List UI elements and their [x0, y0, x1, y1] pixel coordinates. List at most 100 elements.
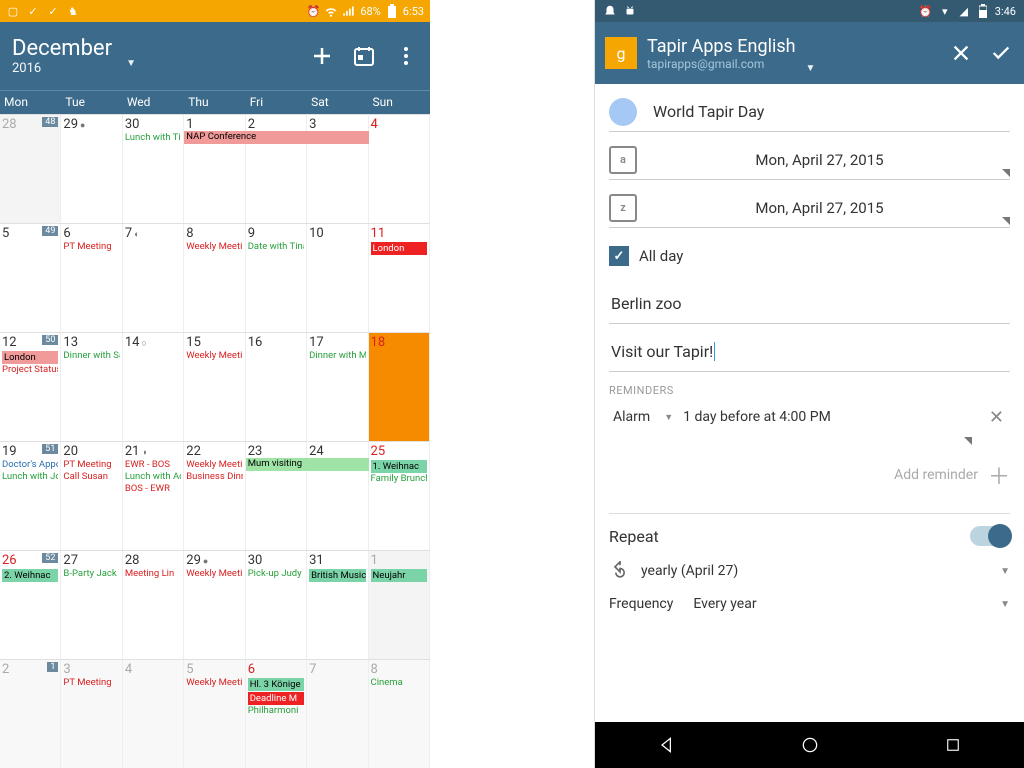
calendar-day-cell[interactable]: 7◐	[123, 224, 184, 332]
event-item[interactable]: Cinema	[371, 678, 427, 689]
allday-row[interactable]: All day	[609, 236, 1010, 276]
allday-checkbox[interactable]	[609, 246, 629, 266]
calendar-day-cell[interactable]: 13Dinner with Sam	[61, 333, 122, 441]
event-bar[interactable]: Mum visiting	[246, 458, 369, 471]
event-item[interactable]: Lunch with Adam	[125, 472, 181, 483]
event-item[interactable]: Date with Tina	[248, 242, 304, 253]
calendar-day-cell[interactable]: 16	[246, 333, 307, 441]
event-bar[interactable]: Hl. 3 Könige	[248, 678, 304, 691]
frequency-row[interactable]: Frequency Every year ▼	[609, 596, 1010, 612]
calendar-day-cell[interactable]: 251. WeihnacFamily Brunch	[369, 442, 430, 550]
calendar-day-cell[interactable]: 2848	[0, 115, 61, 223]
event-bar[interactable]: 1. Weihnac	[371, 460, 427, 473]
event-item[interactable]: Weekly Meeting	[186, 351, 242, 362]
save-button[interactable]	[988, 42, 1014, 64]
calendar-day-cell[interactable]: 4	[369, 115, 430, 223]
calendar-day-cell[interactable]: 31British Music Fest	[307, 551, 368, 659]
description-input[interactable]: Visit our Tapir!	[609, 336, 1010, 367]
event-item[interactable]: B-Party Jack	[63, 569, 119, 580]
end-date-row[interactable]: z Mon, April 27, 2015	[609, 188, 1010, 228]
calendar-day-cell[interactable]: 11London	[369, 224, 430, 332]
today-button[interactable]	[352, 44, 376, 68]
event-item[interactable]: Doctor's Appointmen	[2, 460, 58, 471]
location-row[interactable]: Berlin zoo	[609, 284, 1010, 324]
event-item[interactable]: Pick-up Judy	[248, 569, 304, 580]
event-item[interactable]: Family Brunch	[371, 474, 427, 485]
event-bar[interactable]: London	[371, 242, 427, 255]
frequency-value[interactable]: Every year	[693, 596, 756, 612]
event-item[interactable]: Dinner with Mike & Ted	[309, 351, 365, 362]
calendar-day-cell[interactable]: 6Hl. 3 KönigeDeadline MPhilharmoni	[246, 660, 307, 768]
event-item[interactable]: Philharmoni	[248, 706, 304, 717]
calendar-grid[interactable]: 284829●30Lunch with Tim1Weekly Meeting23…	[0, 114, 430, 768]
cancel-button[interactable]	[950, 42, 972, 64]
calendar-day-cell[interactable]: 20PT MeetingCall Susan	[61, 442, 122, 550]
event-item[interactable]: Business Dinner	[186, 472, 242, 483]
event-item[interactable]: Weekly Meeting	[186, 242, 242, 253]
calendar-day-cell[interactable]: 18	[369, 333, 430, 441]
event-item[interactable]: PT Meeting	[63, 242, 119, 253]
calendar-day-cell[interactable]: 1Neujahr	[369, 551, 430, 659]
event-item[interactable]: Weekly Meeting	[186, 460, 242, 471]
calendar-day-cell[interactable]: 10	[307, 224, 368, 332]
location-input[interactable]: Berlin zoo	[609, 288, 1010, 319]
event-item[interactable]: Call Susan	[63, 472, 119, 483]
event-item[interactable]: Project Status Meet	[2, 365, 58, 376]
event-item[interactable]: Dinner with Sam	[63, 351, 119, 362]
event-item[interactable]: Weekly Meeting	[186, 678, 242, 689]
calendar-day-cell[interactable]: 21◑EWR - BOSLunch with AdamBOS - EWR	[123, 442, 184, 550]
event-bar[interactable]: Neujahr	[371, 569, 427, 582]
event-item[interactable]: Lunch with Joe	[2, 472, 58, 483]
calendar-day-cell[interactable]: 29●Weekly Meeting	[184, 551, 245, 659]
event-item[interactable]: Weekly Meeting	[186, 569, 242, 580]
account-avatar[interactable]: g	[605, 37, 637, 69]
nav-home-button[interactable]	[799, 734, 821, 756]
calendar-day-cell[interactable]: 8Cinema	[369, 660, 430, 768]
calendar-day-cell[interactable]: 15Weekly Meeting	[184, 333, 245, 441]
calendar-day-cell[interactable]: 8Weekly Meeting	[184, 224, 245, 332]
end-date-value[interactable]: Mon, April 27, 2015	[651, 193, 988, 223]
calendar-day-cell[interactable]: 1951Doctor's AppointmenLunch with Joe	[0, 442, 61, 550]
event-item[interactable]: Deadline M	[248, 692, 304, 705]
calendar-day-cell[interactable]: 29●	[61, 115, 122, 223]
reminder-time-dropdown[interactable]: 1 day before at 4:00 PM	[683, 409, 973, 425]
calendar-day-cell[interactable]: 21	[0, 660, 61, 768]
nav-recents-button[interactable]	[942, 734, 964, 756]
remove-reminder-button[interactable]: ✕	[983, 407, 1010, 428]
calendar-day-cell[interactable]: 26522. Weihnac	[0, 551, 61, 659]
calendar-day-cell[interactable]: 14○	[123, 333, 184, 441]
account-dropdown-icon[interactable]: ▼	[806, 63, 816, 74]
event-item[interactable]: Meeting Lin	[125, 569, 181, 580]
calendar-day-cell[interactable]: 1250LondonProject Status Meet	[0, 333, 61, 441]
repeat-toggle[interactable]	[970, 526, 1010, 546]
overflow-menu-button[interactable]	[394, 44, 418, 68]
calendar-day-cell[interactable]: 6PT Meeting	[61, 224, 122, 332]
repeat-rule-row[interactable]: yearly (April 27) ▼	[609, 560, 1010, 582]
title-row[interactable]: World Tapir Day	[609, 92, 1010, 132]
event-bar[interactable]: 2. Weihnac	[2, 569, 58, 582]
event-bar[interactable]: NAP Conference	[184, 131, 368, 144]
event-bar[interactable]: London	[2, 351, 58, 364]
calendar-day-cell[interactable]: 30Lunch with Tim	[123, 115, 184, 223]
calendar-day-cell[interactable]: 22Weekly MeetingBusiness Dinner	[184, 442, 245, 550]
description-row[interactable]: Visit our Tapir!	[609, 332, 1010, 372]
event-item[interactable]: BOS - EWR	[125, 484, 181, 495]
event-item[interactable]: PT Meeting	[63, 460, 119, 471]
start-date-value[interactable]: Mon, April 27, 2015	[651, 145, 988, 175]
calendar-day-cell[interactable]: 3PT Meeting	[61, 660, 122, 768]
color-circle-icon[interactable]	[609, 98, 637, 126]
calendar-day-cell[interactable]: 17Dinner with Mike & Ted	[307, 333, 368, 441]
event-title-input[interactable]: World Tapir Day	[651, 96, 1010, 127]
event-item[interactable]: PT Meeting	[63, 678, 119, 689]
add-reminder-button[interactable]: Add reminder ＋	[609, 455, 1010, 501]
event-item[interactable]: Lunch with Tim	[125, 133, 181, 144]
calendar-day-cell[interactable]: 9Date with Tina	[246, 224, 307, 332]
calendar-day-cell[interactable]: 28Meeting Lin	[123, 551, 184, 659]
add-event-button[interactable]	[310, 44, 334, 68]
reminder-type-dropdown[interactable]: Alarm	[609, 405, 654, 429]
calendar-day-cell[interactable]: 5Weekly Meeting	[184, 660, 245, 768]
calendar-header[interactable]: December 2016 ▼	[0, 22, 430, 90]
event-item[interactable]: EWR - BOS	[125, 460, 181, 471]
start-date-row[interactable]: a Mon, April 27, 2015	[609, 140, 1010, 180]
calendar-day-cell[interactable]: 27B-Party Jack	[61, 551, 122, 659]
